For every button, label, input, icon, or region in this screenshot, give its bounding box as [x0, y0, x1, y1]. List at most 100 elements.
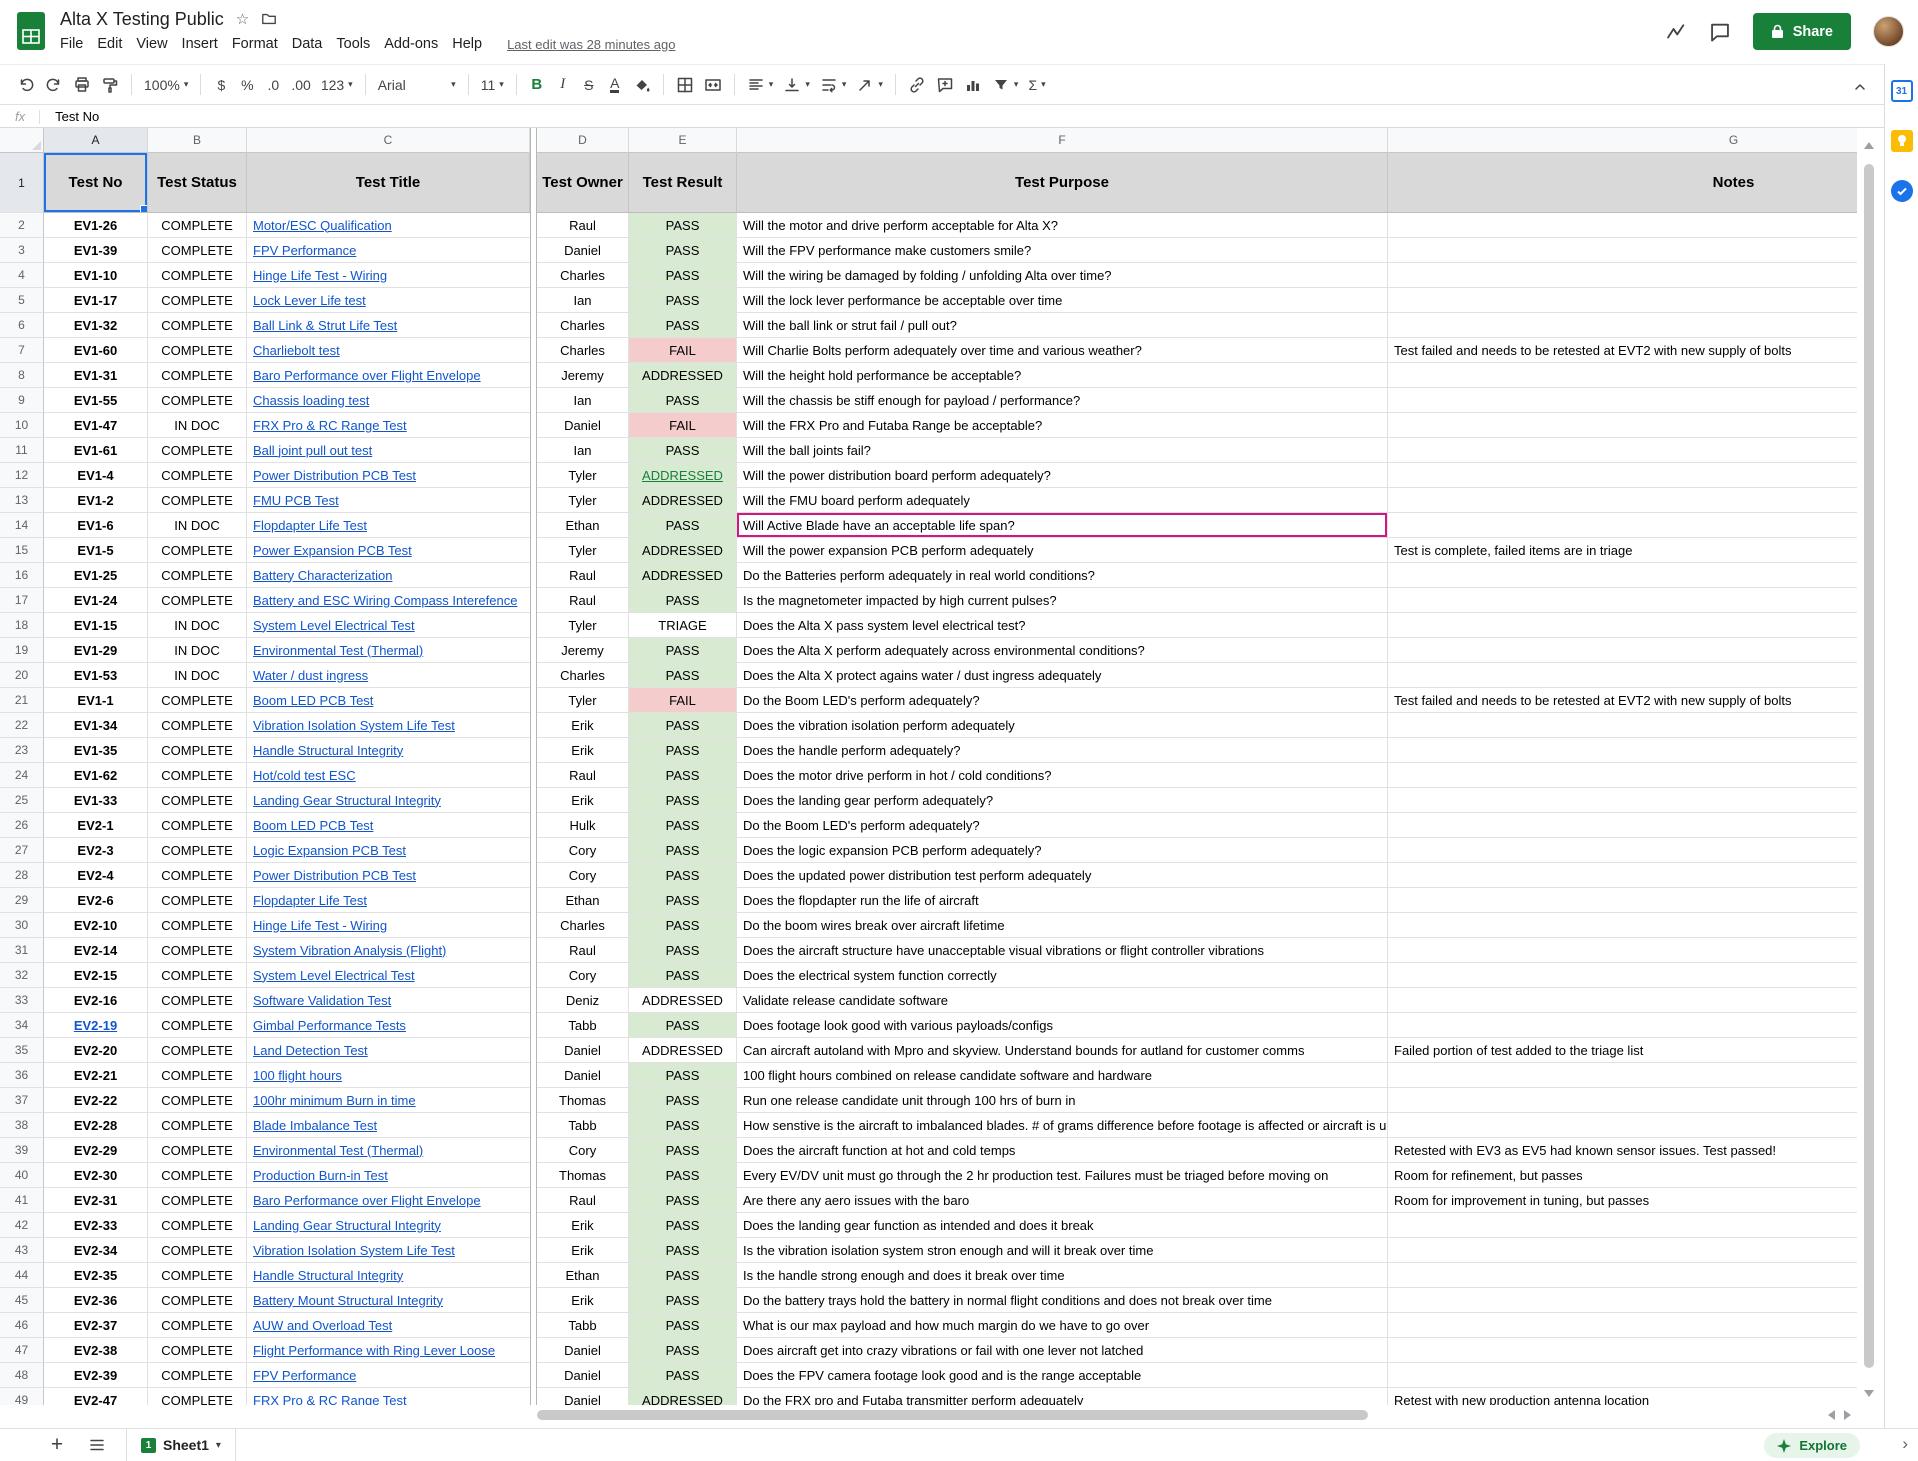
- cell-D4[interactable]: Charles: [537, 263, 629, 288]
- cell-G42[interactable]: [1388, 1213, 1857, 1238]
- undo-button[interactable]: [12, 71, 40, 98]
- cell-C22[interactable]: Vibration Isolation System Life Test: [247, 713, 530, 738]
- collapse-toolbar-icon[interactable]: [1846, 73, 1874, 100]
- row-header-45[interactable]: 45: [0, 1288, 44, 1313]
- cell-F12[interactable]: Will the power distribution board perfor…: [737, 463, 1388, 488]
- row-header-28[interactable]: 28: [0, 863, 44, 888]
- column-header-D[interactable]: D: [537, 128, 629, 153]
- cell-G31[interactable]: [1388, 938, 1857, 963]
- cell-C26[interactable]: Boom LED PCB Test: [247, 813, 530, 838]
- cell-D3[interactable]: Daniel: [537, 238, 629, 263]
- cell-G45[interactable]: [1388, 1288, 1857, 1313]
- cell-C23[interactable]: Handle Structural Integrity: [247, 738, 530, 763]
- cell-A1[interactable]: Test No: [44, 153, 148, 213]
- cell-B37[interactable]: COMPLETE: [148, 1088, 247, 1113]
- star-icon[interactable]: ☆: [236, 10, 249, 28]
- cell-E38[interactable]: PASS: [629, 1113, 737, 1138]
- row-header-14[interactable]: 14: [0, 513, 44, 538]
- insert-link-button[interactable]: [903, 71, 931, 98]
- cell-B8[interactable]: COMPLETE: [148, 363, 247, 388]
- row-header-2[interactable]: 2: [0, 213, 44, 238]
- cell-A26[interactable]: EV2-1: [44, 813, 148, 838]
- cell-F30[interactable]: Do the boom wires break over aircraft li…: [737, 913, 1388, 938]
- cell-A34[interactable]: EV2-19: [44, 1013, 148, 1038]
- cell-A5[interactable]: EV1-17: [44, 288, 148, 313]
- cell-F4[interactable]: Will the wiring be damaged by folding / …: [737, 263, 1388, 288]
- activity-icon[interactable]: [1665, 21, 1687, 43]
- cell-C1[interactable]: Test Title: [247, 153, 530, 213]
- cell-C38[interactable]: Blade Imbalance Test: [247, 1113, 530, 1138]
- cell-F29[interactable]: Does the flopdapter run the life of airc…: [737, 888, 1388, 913]
- cell-E40[interactable]: PASS: [629, 1163, 737, 1188]
- row-header-25[interactable]: 25: [0, 788, 44, 813]
- cell-E42[interactable]: PASS: [629, 1213, 737, 1238]
- cell-A33[interactable]: EV2-16: [44, 988, 148, 1013]
- cell-B18[interactable]: IN DOC: [148, 613, 247, 638]
- row-header-26[interactable]: 26: [0, 813, 44, 838]
- cell-B7[interactable]: COMPLETE: [148, 338, 247, 363]
- cell-B28[interactable]: COMPLETE: [148, 863, 247, 888]
- cell-G7[interactable]: Test failed and needs to be retested at …: [1388, 338, 1857, 363]
- cell-F38[interactable]: How senstive is the aircraft to imbalanc…: [737, 1113, 1388, 1138]
- row-header-20[interactable]: 20: [0, 663, 44, 688]
- cell-E23[interactable]: PASS: [629, 738, 737, 763]
- cell-G25[interactable]: [1388, 788, 1857, 813]
- cell-G39[interactable]: Retested with EV3 as EV5 had known senso…: [1388, 1138, 1857, 1163]
- cell-D20[interactable]: Charles: [537, 663, 629, 688]
- merge-cells-button[interactable]: [699, 71, 727, 98]
- scroll-left-arrow[interactable]: [1828, 1410, 1835, 1420]
- cell-F8[interactable]: Will the height hold performance be acce…: [737, 363, 1388, 388]
- cell-G1[interactable]: Notes: [1388, 153, 1857, 213]
- cell-C2[interactable]: Motor/ESC Qualification: [247, 213, 530, 238]
- cell-G34[interactable]: [1388, 1013, 1857, 1038]
- menu-tools[interactable]: Tools: [329, 33, 377, 55]
- cell-A28[interactable]: EV2-4: [44, 863, 148, 888]
- row-header-37[interactable]: 37: [0, 1088, 44, 1113]
- column-header-B[interactable]: B: [148, 128, 247, 153]
- cell-C42[interactable]: Landing Gear Structural Integrity: [247, 1213, 530, 1238]
- cell-B40[interactable]: COMPLETE: [148, 1163, 247, 1188]
- cell-G11[interactable]: [1388, 438, 1857, 463]
- cell-E39[interactable]: PASS: [629, 1138, 737, 1163]
- cell-A30[interactable]: EV2-10: [44, 913, 148, 938]
- cell-D39[interactable]: Cory: [537, 1138, 629, 1163]
- cell-F32[interactable]: Does the electrical system function corr…: [737, 963, 1388, 988]
- paint-format-button[interactable]: [96, 71, 124, 98]
- cell-F42[interactable]: Does the landing gear function as intend…: [737, 1213, 1388, 1238]
- row-header-42[interactable]: 42: [0, 1213, 44, 1238]
- cell-G12[interactable]: [1388, 463, 1857, 488]
- cell-C31[interactable]: System Vibration Analysis (Flight): [247, 938, 530, 963]
- scroll-down-arrow[interactable]: [1864, 1390, 1874, 1397]
- row-header-35[interactable]: 35: [0, 1038, 44, 1063]
- cell-F36[interactable]: 100 flight hours combined on release can…: [737, 1063, 1388, 1088]
- cell-F33[interactable]: Validate release candidate software: [737, 988, 1388, 1013]
- cell-F20[interactable]: Does the Alta X protect agains water / d…: [737, 663, 1388, 688]
- cell-D10[interactable]: Daniel: [537, 413, 629, 438]
- cell-F10[interactable]: Will the FRX Pro and Futaba Range be acc…: [737, 413, 1388, 438]
- cell-C20[interactable]: Water / dust ingress: [247, 663, 530, 688]
- cell-G29[interactable]: [1388, 888, 1857, 913]
- cell-G10[interactable]: [1388, 413, 1857, 438]
- row-header-29[interactable]: 29: [0, 888, 44, 913]
- cell-C21[interactable]: Boom LED PCB Test: [247, 688, 530, 713]
- sheet-tab[interactable]: 1 Sheet1 ▾: [126, 1429, 236, 1461]
- cell-B23[interactable]: COMPLETE: [148, 738, 247, 763]
- explore-button[interactable]: Explore: [1764, 1433, 1860, 1458]
- row-header-11[interactable]: 11: [0, 438, 44, 463]
- cell-D41[interactable]: Raul: [537, 1188, 629, 1213]
- borders-button[interactable]: [671, 71, 699, 98]
- cell-F17[interactable]: Is the magnetometer impacted by high cur…: [737, 588, 1388, 613]
- cell-G44[interactable]: [1388, 1263, 1857, 1288]
- strikethrough-button[interactable]: S: [576, 71, 602, 98]
- row-header-9[interactable]: 9: [0, 388, 44, 413]
- cell-G28[interactable]: [1388, 863, 1857, 888]
- cell-B48[interactable]: COMPLETE: [148, 1363, 247, 1388]
- cell-B29[interactable]: COMPLETE: [148, 888, 247, 913]
- cell-A44[interactable]: EV2-35: [44, 1263, 148, 1288]
- cell-E24[interactable]: PASS: [629, 763, 737, 788]
- sheet-tab-menu-icon[interactable]: ▾: [216, 1440, 221, 1451]
- cell-F7[interactable]: Will Charlie Bolts perform adequately ov…: [737, 338, 1388, 363]
- cell-A43[interactable]: EV2-34: [44, 1238, 148, 1263]
- cell-F37[interactable]: Run one release candidate unit through 1…: [737, 1088, 1388, 1113]
- cell-C13[interactable]: FMU PCB Test: [247, 488, 530, 513]
